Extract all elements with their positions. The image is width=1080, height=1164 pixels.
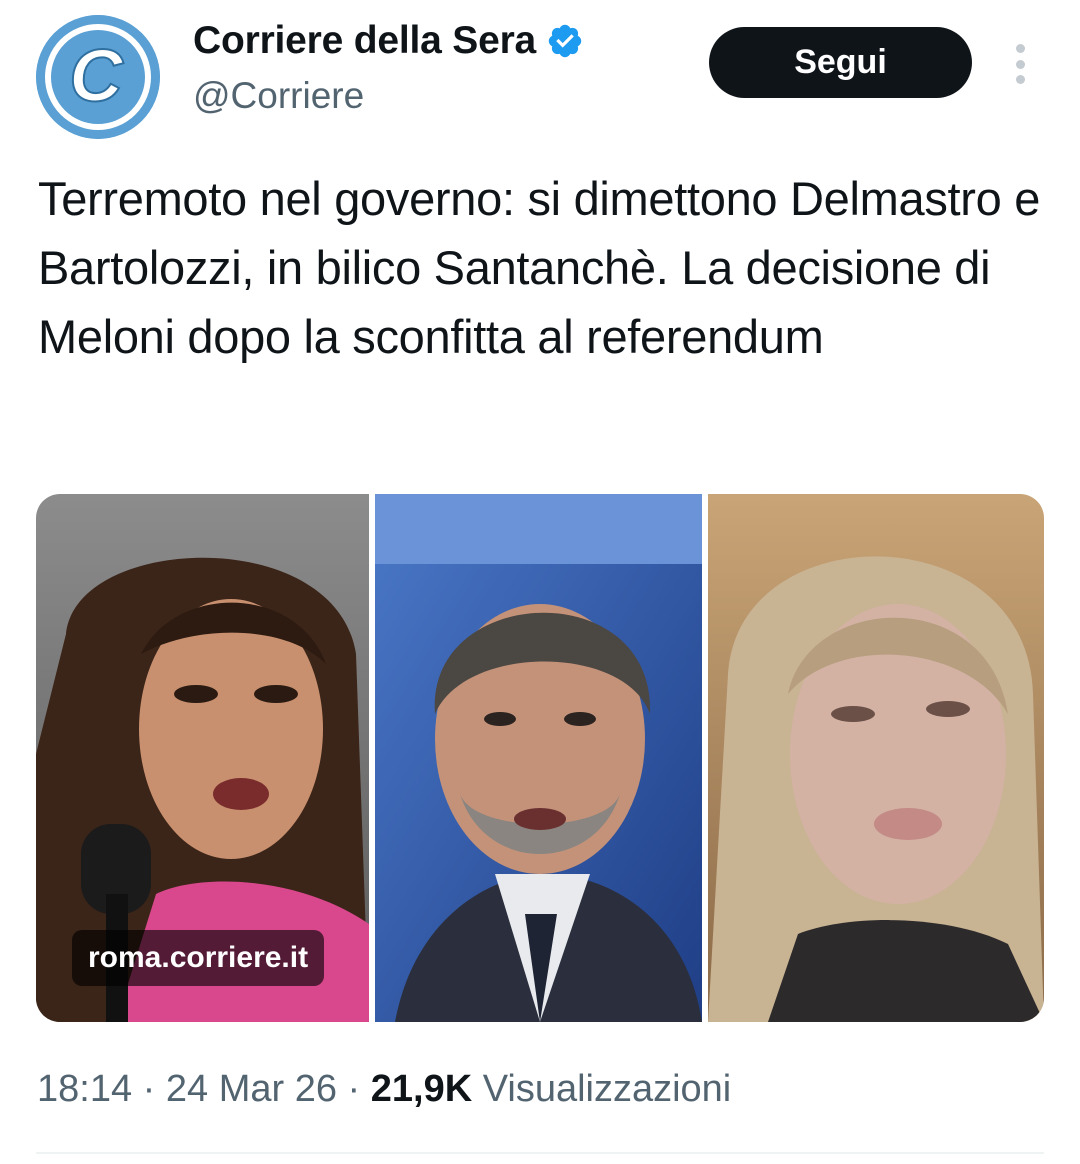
dot bbox=[1015, 75, 1025, 84]
photo-blonde-woman[interactable] bbox=[708, 494, 1044, 1022]
photo-man-suit[interactable] bbox=[375, 494, 702, 1022]
tweet-meta: 18:14 · 24 Mar 26 · 21,9K Visualizzazion… bbox=[37, 1068, 731, 1111]
meta-separator: · bbox=[132, 1068, 166, 1110]
avatar[interactable]: C bbox=[36, 15, 160, 139]
tweet-date[interactable]: 24 Mar 26 bbox=[166, 1068, 337, 1110]
tweet-text: Terremoto nel governo: si dimettono Delm… bbox=[38, 172, 1041, 363]
author-display-name[interactable]: Corriere della Sera bbox=[193, 19, 584, 63]
views-label: Visualizzazioni bbox=[472, 1068, 732, 1110]
meta-separator: · bbox=[336, 1068, 371, 1110]
dot bbox=[1015, 59, 1025, 69]
author-handle[interactable]: @Corriere bbox=[193, 75, 364, 117]
views-count: 21,9K bbox=[370, 1068, 473, 1110]
more-options-icon[interactable] bbox=[1002, 40, 1038, 88]
author-name-text: Corriere della Sera bbox=[193, 19, 537, 62]
divider bbox=[36, 1152, 1044, 1154]
dot bbox=[1015, 44, 1025, 53]
link-domain-label[interactable]: roma.corriere.it bbox=[72, 930, 325, 986]
follow-button[interactable]: Segui bbox=[709, 27, 972, 98]
svg-text:C: C bbox=[69, 34, 124, 117]
tweet-time[interactable]: 18:14 bbox=[37, 1068, 132, 1110]
verified-badge-icon bbox=[546, 22, 584, 60]
